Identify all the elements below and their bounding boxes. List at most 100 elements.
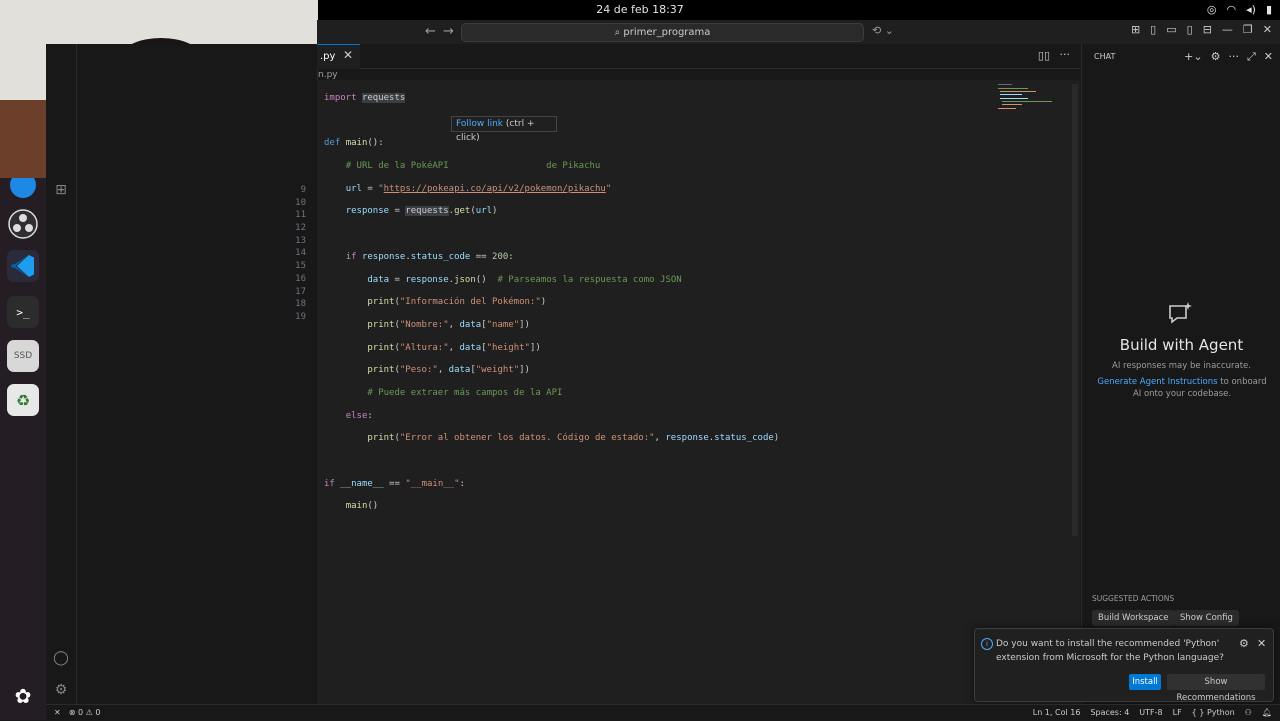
volume-icon[interactable]: ◂) — [1246, 3, 1256, 16]
drive-icon[interactable]: SSD — [7, 340, 39, 372]
show-recommendations-button[interactable]: Show Recommendations — [1167, 674, 1265, 703]
line-numbers: 9 10 11 12 13 14 15 16 17 18 19 — [282, 184, 306, 324]
extension-notification: i Do you want to install the recommended… — [974, 628, 1274, 703]
install-button[interactable]: Install — [1129, 674, 1161, 690]
tab-python-file[interactable]: .py — [317, 44, 360, 69]
code-content[interactable]: import requests def main(): # URL de la … — [324, 82, 779, 523]
close-chat-icon[interactable]: ✕ — [1264, 50, 1273, 64]
code-line: def main(): — [324, 138, 384, 149]
forward-arrow-icon[interactable]: → — [443, 24, 454, 39]
toggle-panel-icon[interactable]: ▭ — [1166, 23, 1176, 36]
code-line: url = "https://pokeapi.co/api/v2/pokemon… — [345, 183, 612, 194]
system-tray[interactable]: ◎ ◠ ◂) ▮ — [1207, 3, 1272, 16]
status-bar: ✕ ⊗ 0 ⚠ 0 Ln 1, Col 16 Spaces: 4 UTF-8 L… — [46, 704, 1280, 721]
problems-indicator[interactable]: ⊗ 0 ⚠ 0 — [69, 708, 101, 717]
status-left: ✕ ⊗ 0 ⚠ 0 — [54, 708, 100, 717]
editor-tabs: .py ▯▯ ··· — [317, 44, 1080, 69]
primary-sidebar — [77, 44, 318, 704]
language-label: Python — [1206, 708, 1235, 717]
line-number: 19 — [295, 311, 306, 322]
line-number: 10 — [295, 197, 306, 208]
chrome-icon[interactable]: ◎ — [1207, 3, 1217, 16]
toggle-aux-icon[interactable]: ▯ — [1187, 23, 1193, 36]
minimap[interactable] — [996, 82, 1056, 112]
line-number: 12 — [295, 223, 306, 234]
terminal-icon[interactable]: >_ — [7, 296, 39, 328]
chat-title: CHAT — [1094, 52, 1116, 61]
split-editor-icon[interactable]: ▯▯ — [1038, 49, 1050, 62]
obs-icon[interactable] — [7, 208, 39, 240]
close-tab-icon[interactable]: ✕ — [343, 48, 353, 62]
copilot-status-icon[interactable]: ⚇ — [1245, 708, 1252, 717]
settings-gear-icon[interactable]: ⚙ — [53, 682, 69, 698]
layout-icon[interactable]: ⊞ — [1131, 23, 1140, 36]
notification-settings-icon[interactable]: ⚙ — [1239, 637, 1249, 650]
chat-panel: CHAT +⌄ ⚙ ··· ⤢ ✕ Build with Agent AI re… — [1081, 44, 1280, 704]
breadcrumb[interactable]: n.py — [318, 70, 338, 80]
chat-settings-icon[interactable]: ⚙ — [1211, 50, 1221, 64]
maximize-chat-icon[interactable]: ⤢ — [1247, 50, 1256, 64]
trash-icon[interactable]: ♻ — [7, 384, 39, 416]
code-line: if __name__ == "__main__": — [324, 478, 465, 489]
line-number: 14 — [295, 248, 306, 259]
warning-count: 0 — [95, 708, 101, 717]
show-apps-icon[interactable]: ✿ — [7, 680, 39, 712]
back-arrow-icon[interactable]: ← — [425, 24, 436, 39]
agent-chat-icon — [1166, 300, 1194, 328]
maximize-icon[interactable]: ❐ — [1243, 23, 1253, 36]
generate-instructions-link[interactable]: Generate Agent Instructions — [1097, 377, 1217, 387]
editor-scrollbar[interactable] — [1072, 84, 1078, 536]
activity-bar: ⊞ ◯ ⚙ — [46, 44, 77, 704]
code-line: if response.status_code == 200: — [345, 251, 514, 262]
extensions-icon[interactable]: ⊞ — [53, 182, 69, 198]
command-center[interactable]: ⌕ primer_programa — [461, 23, 864, 42]
code-line: print("Nombre:", data["name"]) — [367, 319, 530, 330]
build-workspace-button[interactable]: Build Workspace — [1092, 610, 1175, 626]
new-chat-icon[interactable]: +⌄ — [1184, 50, 1202, 64]
encoding[interactable]: UTF-8 — [1139, 708, 1162, 717]
toggle-sidebar-icon[interactable]: ▯ — [1150, 23, 1156, 36]
wifi-icon[interactable]: ◠ — [1227, 3, 1237, 16]
show-config-button[interactable]: Show Config — [1174, 610, 1239, 626]
line-number: 13 — [295, 235, 306, 246]
code-line: print("Error al obtener los datos. Códig… — [367, 433, 780, 444]
code-line: print("Información del Pokémon:") — [367, 297, 547, 308]
copilot-icon[interactable]: ⟲ ⌄ — [872, 24, 894, 37]
notifications-bell-icon[interactable]: 🔔︎ — [1262, 708, 1272, 717]
status-right: Ln 1, Col 16 Spaces: 4 UTF-8 LF { } Pyth… — [1033, 708, 1272, 717]
error-count: 0 — [77, 708, 84, 717]
chat-toolbar: +⌄ ⚙ ··· ⤢ ✕ — [1184, 50, 1273, 64]
close-window-icon[interactable]: ✕ — [1263, 23, 1272, 36]
line-ending[interactable]: LF — [1173, 708, 1182, 717]
code-line: main() — [345, 501, 379, 512]
vscode-icon[interactable] — [7, 250, 39, 282]
line-number: 15 — [295, 261, 306, 272]
account-icon[interactable]: ◯ — [53, 650, 69, 666]
suggested-actions-label: SUGGESTED ACTIONS — [1092, 594, 1175, 603]
line-number: 16 — [295, 273, 306, 284]
cursor-position[interactable]: Ln 1, Col 16 — [1033, 708, 1081, 717]
code-line: # URL de la PokéAPI de Pikachu — [345, 161, 601, 172]
code-line: print("Altura:", data["height"]) — [367, 342, 541, 353]
code-line: data = response.json() # Parseamos la re… — [367, 274, 682, 285]
indentation[interactable]: Spaces: 4 — [1090, 708, 1129, 717]
language-mode[interactable]: { } Python — [1192, 708, 1235, 717]
notification-close-icon[interactable]: ✕ — [1257, 637, 1266, 650]
battery-icon[interactable]: ▮ — [1266, 3, 1272, 16]
code-line: # Puede extraer más campos de la API — [367, 387, 563, 398]
command-center-label: primer_programa — [623, 27, 711, 38]
link-hover-tooltip[interactable]: Follow link (ctrl + click) — [451, 116, 557, 143]
more-actions-icon[interactable]: ··· — [1060, 48, 1071, 61]
code-line: print("Peso:", data["weight"]) — [367, 365, 530, 376]
minimize-icon[interactable]: — — [1222, 23, 1233, 36]
follow-link[interactable]: Follow link — [456, 119, 503, 129]
agent-title: Build with Agent — [1119, 336, 1244, 354]
agent-description: Generate Agent Instructions to onboard A… — [1092, 376, 1272, 400]
remote-icon[interactable]: ✕ — [54, 708, 61, 717]
code-line: else: — [345, 410, 373, 421]
chat-more-icon[interactable]: ··· — [1228, 50, 1239, 64]
customize-layout-icon[interactable]: ⊟ — [1203, 23, 1212, 36]
notification-message: Do you want to install the recommended '… — [996, 639, 1224, 663]
